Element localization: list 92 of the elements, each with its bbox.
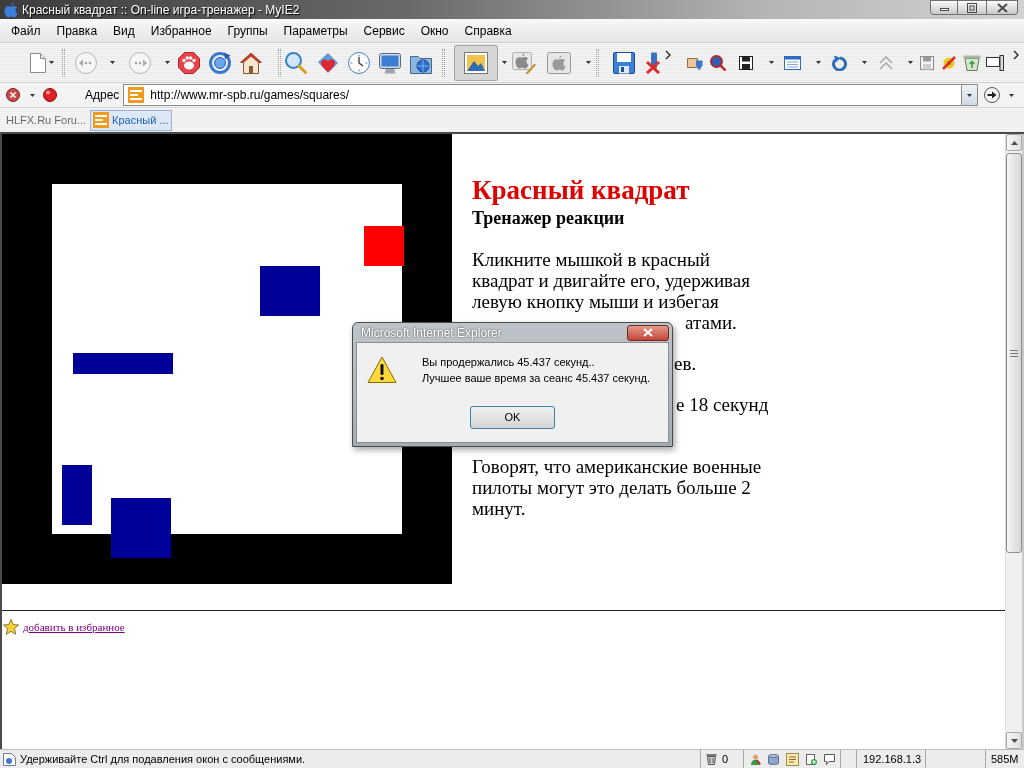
menu-item[interactable]: Вид: [105, 20, 143, 41]
dialog-close-button[interactable]: [627, 324, 669, 341]
caret-icon[interactable]: [908, 61, 913, 64]
paragraph-fragment: ев.: [674, 353, 697, 374]
clock-icon[interactable]: [348, 51, 370, 74]
tab[interactable]: Красный ...: [90, 109, 172, 131]
picture-icon: [464, 51, 488, 74]
crossed-flower-icon[interactable]: [941, 54, 957, 71]
note-icon[interactable]: [786, 752, 799, 766]
dialog-message: Лучшее ваше время за сеанс 45.437 секунд.: [422, 371, 651, 386]
menu-item[interactable]: Файл: [3, 20, 49, 41]
ip-address: 192.168.1.3: [863, 751, 922, 767]
caret-icon[interactable]: [816, 61, 821, 64]
cross-mark-icon[interactable]: [645, 51, 661, 74]
warning-icon: [367, 356, 397, 384]
undo-icon[interactable]: [831, 54, 847, 71]
close-icon: [996, 2, 1008, 13]
memory-usage: 585M: [991, 751, 1019, 767]
ok-button[interactable]: OK: [470, 406, 555, 429]
caret-icon[interactable]: [586, 61, 591, 64]
caret-icon[interactable]: [862, 61, 867, 64]
caret-icon[interactable]: [769, 61, 774, 64]
scroll-up-button[interactable]: [1006, 134, 1022, 151]
caret-icon[interactable]: [1009, 93, 1014, 97]
status-message: Удерживайте Ctrl для подавления окон с сообщениями.: [20, 751, 306, 767]
menu-item[interactable]: Группы: [219, 20, 276, 41]
star-icon: [3, 619, 19, 636]
caret-icon[interactable]: [502, 61, 507, 64]
save-icon[interactable]: [613, 51, 635, 74]
grip-icon: [1010, 349, 1018, 357]
refresh-icon[interactable]: [209, 51, 231, 74]
page-heading: Красный квадрат: [472, 174, 690, 206]
menu-item[interactable]: Правка: [48, 20, 106, 41]
person-icon[interactable]: [750, 753, 761, 765]
favorites-link[interactable]: добавить в избранное: [23, 619, 125, 636]
window-icon[interactable]: [784, 55, 801, 70]
paragraph-fragment: атами.: [685, 312, 737, 333]
minimize-icon: [939, 8, 949, 11]
caret-icon[interactable]: [165, 61, 170, 64]
caret-icon[interactable]: [49, 61, 54, 64]
floppy-icon[interactable]: [739, 55, 753, 70]
trash-icon[interactable]: [706, 753, 717, 765]
window-title: Красный квадрат :: On-line игра-тренажер - MyIE2: [22, 1, 300, 19]
ball-icon[interactable]: [43, 88, 57, 102]
cylinder-icon[interactable]: [768, 753, 779, 765]
dialog-message: Вы продержались 45.437 секунд..: [422, 355, 595, 370]
blocked-count: 0: [722, 751, 729, 767]
image-toggle-button[interactable]: [454, 44, 498, 81]
close-button[interactable]: [987, 0, 1018, 15]
address-field[interactable]: http://www.mr-spb.ru/games/squares/: [123, 84, 978, 106]
address-label: Адрес: [85, 87, 120, 104]
caret-icon[interactable]: [110, 61, 115, 64]
menu-item[interactable]: Параметры: [275, 20, 356, 41]
page-plus-icon[interactable]: [806, 753, 817, 765]
speech-bubble-icon[interactable]: [824, 753, 835, 765]
stop-icon[interactable]: [178, 51, 200, 74]
menu-item[interactable]: Справка: [456, 20, 520, 41]
recycle-bin-icon[interactable]: [963, 54, 981, 71]
minimize-button[interactable]: [930, 0, 958, 15]
caret-icon: [967, 93, 972, 97]
menu-item[interactable]: Сервис: [355, 20, 413, 41]
up-arrow-icon: [1010, 140, 1018, 145]
paragraph-fragment: е 18 секунд: [676, 394, 769, 415]
restore-button[interactable]: [958, 0, 987, 15]
tab[interactable]: HLFX.Ru Foru...: [3, 109, 90, 131]
heart-icon[interactable]: [317, 51, 339, 74]
search-icon[interactable]: [285, 51, 307, 74]
menu-item[interactable]: Окно: [412, 20, 457, 41]
scroll-down-button[interactable]: [1006, 732, 1022, 749]
chevron-icon[interactable]: [665, 50, 671, 60]
dialog-title: Microsoft Internet Explorer: [361, 324, 502, 342]
page-globe-icon: [3, 752, 16, 766]
chevron-icon[interactable]: [1013, 50, 1019, 60]
apple-pencil-icon[interactable]: [512, 51, 536, 74]
page-subheading: Тренажер реакции: [472, 208, 625, 229]
restore-icon: [967, 2, 977, 13]
scrollbar-thumb[interactable]: [1006, 153, 1022, 553]
apple-tile-icon[interactable]: [547, 51, 571, 74]
x-circle-icon[interactable]: [6, 88, 20, 102]
caret-icon[interactable]: [30, 93, 35, 97]
monitor-icon[interactable]: [379, 51, 401, 74]
magnifier-icon[interactable]: [710, 54, 726, 71]
paragraph: Говорят, что американские военные пилоты могут это делать больше 2 минут.: [472, 456, 763, 519]
menu-item[interactable]: Избранное: [142, 20, 220, 41]
site-logo-icon: [128, 87, 145, 103]
home-icon[interactable]: [240, 51, 262, 74]
dropdown-button[interactable]: [961, 85, 977, 105]
down-arrow-icon: [1010, 738, 1018, 743]
apple-icon: [4, 1, 18, 18]
display-icon[interactable]: [986, 54, 1004, 71]
scrollbar[interactable]: [1005, 134, 1022, 749]
close-icon: [643, 328, 653, 337]
